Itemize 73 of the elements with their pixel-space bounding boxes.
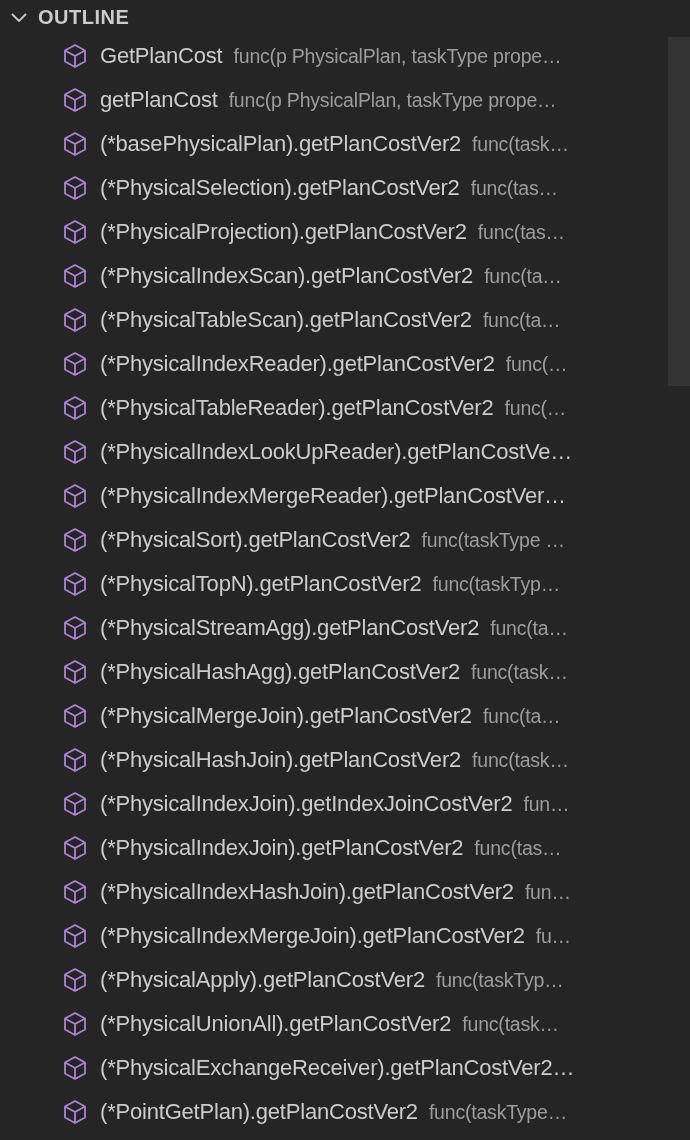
symbol-signature: func(tas… (477, 220, 565, 244)
symbol-name[interactable]: (*PhysicalTopN).getPlanCostVer2 (100, 571, 422, 597)
symbol-signature: func(ta… (482, 308, 561, 332)
cube-icon (62, 1099, 88, 1125)
symbol-name[interactable]: GetPlanCost (100, 43, 223, 69)
cube-icon (62, 923, 88, 949)
cube-icon (62, 791, 88, 817)
cube-icon (62, 967, 88, 993)
cube-icon (62, 395, 88, 421)
symbol-name[interactable]: (*basePhysicalPlan).getPlanCostVer2 (100, 131, 462, 157)
cube-icon (62, 835, 88, 861)
symbol-signature: func(taskTyp… (432, 572, 560, 596)
symbol-name[interactable]: (*PhysicalHashAgg).getPlanCostVer2 (100, 659, 461, 685)
symbol-name[interactable]: (*PhysicalIndexJoin).getIndexJoinCostVer2 (100, 791, 513, 817)
symbol-signature: func(task… (472, 748, 569, 772)
symbol-name[interactable]: (*PointGetPlan).getPlanCostVer2 (100, 1099, 418, 1125)
symbol-signature: func(taskType… (428, 1100, 567, 1124)
cube-icon (62, 1011, 88, 1037)
symbol-signature: func(ta… (482, 704, 561, 728)
symbol-name[interactable]: (*PhysicalIndexHashJoin).getPlanCostVer2 (100, 879, 514, 905)
symbol-name[interactable]: (*PhysicalProjection).getPlanCostVer2 (100, 219, 467, 245)
symbol-name[interactable]: (*PhysicalHashJoin).getPlanCostVer2 (100, 747, 462, 773)
cube-icon (62, 219, 88, 245)
symbol-signature: func(… (504, 396, 567, 420)
symbol-name[interactable]: (*PhysicalStreamAgg).getPlanCostVer2 (100, 615, 480, 641)
symbol-signature: func(tas… (470, 176, 558, 200)
symbol-name[interactable]: (*PhysicalIndexJoin).getPlanCostVer2 (100, 835, 464, 861)
cube-icon (62, 307, 88, 333)
symbol-name[interactable]: (*PhysicalApply).getPlanCostVer2 (100, 967, 425, 993)
symbol-signature: func(p PhysicalPlan, taskType prope… (233, 44, 562, 68)
cube-icon (62, 351, 88, 377)
symbol-signature: func(ta… (490, 616, 568, 640)
cube-icon (62, 131, 88, 157)
cube-icon (62, 615, 88, 641)
cube-icon (62, 87, 88, 113)
symbol-signature: func(taskTyp… (436, 968, 564, 992)
symbol-signature: func(task… (472, 132, 569, 156)
cube-icon (62, 1055, 88, 1081)
symbol-signature: func(p PhysicalPlan, taskType prope… (228, 88, 557, 112)
symbol-name[interactable]: (*PhysicalMergeJoin).getPlanCostVer2 (100, 703, 472, 729)
symbol-signature: func(tas… (474, 836, 562, 860)
cube-icon (62, 43, 88, 69)
symbol-name[interactable]: (*PhysicalTableScan).getPlanCostVer2 (100, 307, 472, 333)
symbol-signature: func(ta… (484, 264, 562, 288)
symbol-name[interactable]: (*PhysicalTableReader).getPlanCostVer2 (100, 395, 494, 421)
symbol-name[interactable]: (*PhysicalIndexScan).getPlanCostVer2 (100, 263, 474, 289)
symbol-signature: func(task… (471, 660, 568, 684)
symbol-name[interactable]: (*PhysicalSelection).getPlanCostVer2 (100, 175, 460, 201)
section-title: OUTLINE (38, 5, 130, 29)
cube-icon (62, 659, 88, 685)
cube-icon (62, 703, 88, 729)
cube-icon (62, 527, 88, 553)
symbol-signature: fun… (524, 880, 571, 904)
symbol-name[interactable]: (*PhysicalIndexMergeReader).getPlanCostVer… (100, 483, 566, 509)
symbol-signature: func(… (505, 352, 568, 376)
symbol-name[interactable]: getPlanCost (100, 87, 218, 113)
symbol-name[interactable]: (*PhysicalUnionAll).getPlanCostVer2 (100, 1011, 452, 1037)
symbol-name[interactable]: (*PhysicalIndexLookUpReader).getPlanCostVe… (100, 439, 572, 465)
symbol-signature: func(task… (462, 1012, 559, 1036)
symbol-name[interactable]: (*PhysicalIndexMergeJoin).getPlanCostVer2 (100, 923, 525, 949)
cube-icon (62, 439, 88, 465)
cube-icon (62, 747, 88, 773)
symbol-name[interactable]: (*PhysicalIndexReader).getPlanCostVer2 (100, 351, 495, 377)
symbol-signature: fu… (535, 924, 571, 948)
symbol-signature: fun… (523, 792, 570, 816)
cube-icon (62, 263, 88, 289)
cube-icon (62, 571, 88, 597)
symbol-signature: func(taskType … (421, 528, 565, 552)
cube-icon (62, 879, 88, 905)
cube-icon (62, 483, 88, 509)
cube-icon (62, 175, 88, 201)
symbol-name[interactable]: (*PhysicalExchangeReceiver).getPlanCostVer2… (100, 1055, 575, 1081)
symbol-name[interactable]: (*PhysicalSort).getPlanCostVer2 (100, 527, 411, 553)
